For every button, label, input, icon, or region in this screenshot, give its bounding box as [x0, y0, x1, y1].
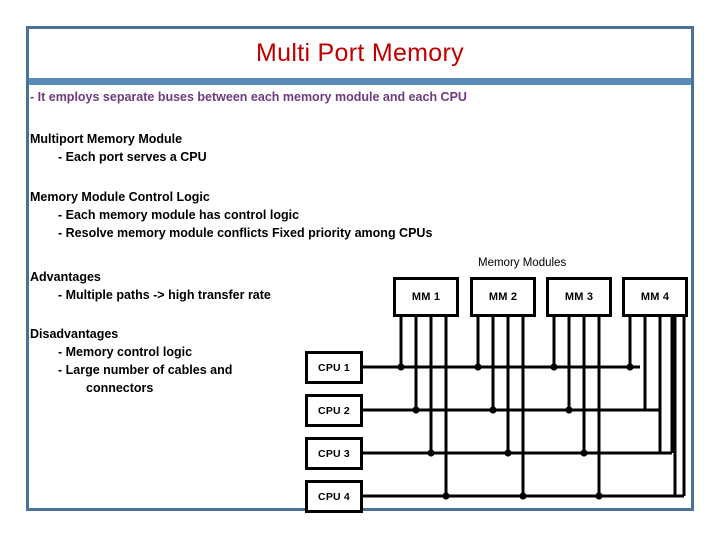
cpu-box-2: CPU 2	[305, 394, 363, 427]
section-heading: Disadvantages	[30, 327, 119, 341]
cpu-box-1: CPU 1	[305, 351, 363, 384]
title-divider	[29, 78, 691, 85]
section-multiport-memory-module: Multiport Memory Module - Each port serv…	[30, 130, 207, 166]
section-memory-module-control-logic: Memory Module Control Logic - Each memor…	[30, 188, 432, 242]
lead-bullet: - It employs separate buses between each…	[30, 90, 467, 104]
memory-module-box-2: MM 2	[470, 277, 536, 317]
memory-module-box-1: MM 1	[393, 277, 459, 317]
cpu-box-4: CPU 4	[305, 480, 363, 513]
memory-module-box-3: MM 3	[546, 277, 612, 317]
section-heading: Advantages	[30, 270, 101, 284]
section-bullet: - Memory control logic	[58, 345, 193, 359]
section-disadvantages: Disadvantages - Memory control logic - L…	[30, 325, 232, 397]
title-band: Multi Port Memory	[29, 29, 691, 78]
section-bullet: - Each memory module has control logic	[58, 208, 300, 222]
memory-module-box-4: MM 4	[622, 277, 688, 317]
section-bullet-continued: connectors	[86, 381, 154, 395]
section-bullet: - Each port serves a CPU	[58, 150, 207, 164]
section-bullet: - Large number of cables and	[58, 363, 233, 377]
cpu-box-3: CPU 3	[305, 437, 363, 470]
section-heading: Multiport Memory Module	[30, 132, 183, 146]
page-title: Multi Port Memory	[256, 39, 464, 67]
section-bullet: - Multiple paths -> high transfer rate	[58, 288, 271, 302]
section-bullet: - Resolve memory module conflicts Fixed …	[58, 226, 433, 240]
memory-modules-label: Memory Modules	[478, 257, 567, 269]
section-advantages: Advantages - Multiple paths -> high tran…	[30, 268, 271, 304]
section-heading: Memory Module Control Logic	[30, 190, 210, 204]
slide-canvas: Multi Port Memory - It employs separate …	[0, 0, 720, 540]
